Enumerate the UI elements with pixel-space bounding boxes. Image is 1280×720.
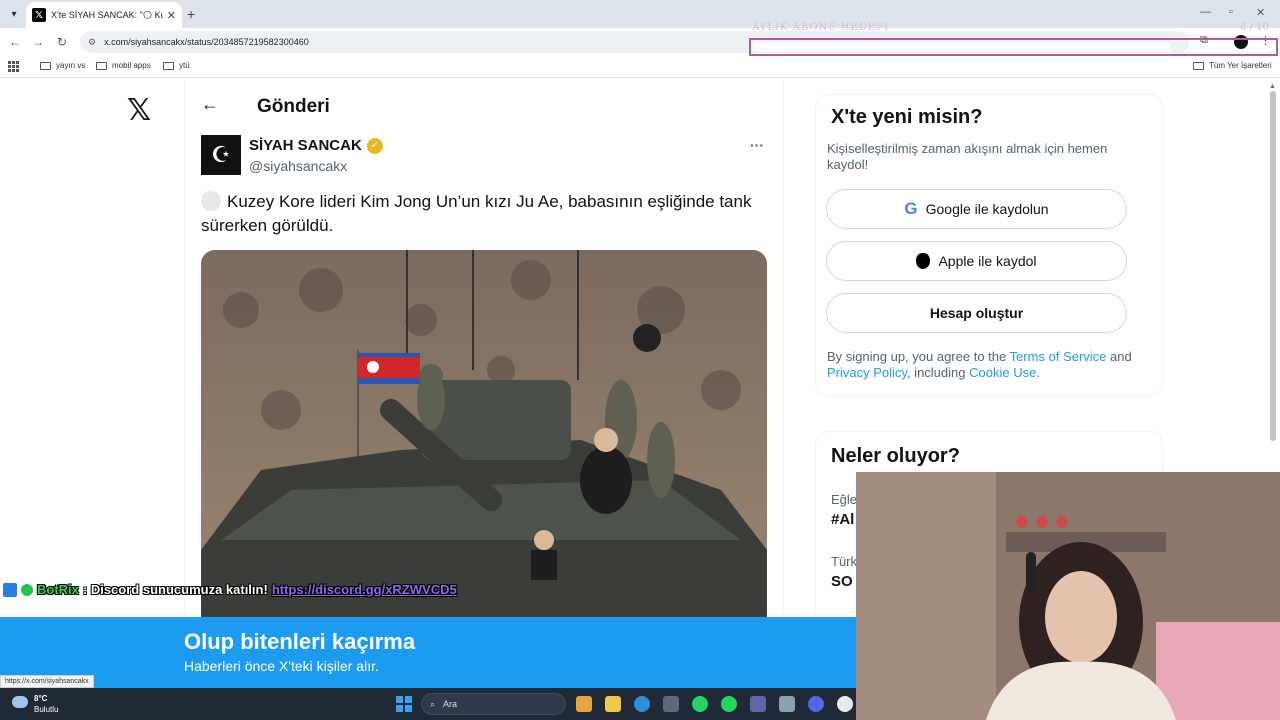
create-account-button[interactable]: Hesap oluştur — [826, 293, 1127, 333]
chat-text: : Discord sunucumuza katılın! — [82, 582, 268, 597]
google-signup-button[interactable]: G Google ile kaydolun — [826, 189, 1127, 229]
chat-link: https://discord.gg/xRZWVCD5 — [271, 582, 457, 597]
page-title: Gönderi — [257, 96, 330, 117]
site-info-icon[interactable]: ⚙ — [88, 37, 96, 48]
start-icon[interactable] — [396, 696, 412, 712]
avatar[interactable]: ☪ — [201, 135, 241, 175]
privacy-link[interactable]: Privacy Policy — [827, 365, 907, 380]
apps-icon[interactable] — [8, 61, 19, 72]
bot-badge-icon — [3, 582, 17, 597]
all-bookmarks[interactable]: Tüm Yer İşaretleri — [1193, 61, 1272, 70]
trend-item[interactable]: #Al — [831, 511, 854, 528]
minimize-icon[interactable]: — — [1200, 6, 1211, 18]
divider — [184, 79, 185, 617]
weather-temp[interactable]: 8°C — [34, 694, 47, 703]
sub-goal-count: 8 / 10 — [1240, 22, 1269, 33]
apple-icon — [916, 253, 931, 269]
cloud-icon[interactable] — [12, 696, 28, 708]
banner-title: Olup bitenleri kaçırma — [184, 629, 416, 654]
close-icon[interactable]: ✕ — [167, 9, 176, 22]
back-icon[interactable]: ← — [6, 33, 24, 51]
apple-signup-button[interactable]: Apple ile kaydol — [826, 241, 1127, 281]
window-close-icon[interactable]: ✕ — [1256, 6, 1265, 19]
sub-goal-label: AYLIK ABONE HEDEFİ — [752, 22, 890, 33]
webcam-feed — [856, 472, 1280, 720]
trends-title: Neler oluyor? — [831, 445, 960, 467]
forward-icon[interactable]: → — [29, 33, 47, 51]
trend-item[interactable]: SO — [831, 573, 853, 590]
folder-icon — [40, 61, 51, 70]
weather-desc[interactable]: Bulutlu — [34, 705, 58, 714]
folder-icon — [163, 61, 174, 70]
search-icon: ⌕ — [430, 698, 436, 709]
scroll-up-icon[interactable]: ▲ — [1269, 83, 1276, 90]
tab-title: X'te SİYAH SANCAK: "🌕 Kuzey — [51, 9, 163, 20]
address-text: x.com/siyahsancakx/status/20348572195823… — [104, 37, 309, 47]
bookmark-folder[interactable]: mobil apps — [96, 61, 151, 70]
chrome-icon[interactable] — [837, 696, 853, 712]
banner-subtitle: Haberleri önce X'teki kişiler alır. — [184, 658, 379, 674]
bookmark-folder[interactable]: yayın vs — [40, 61, 85, 70]
browser-tab[interactable]: 𝕏 X'te SİYAH SANCAK: "🌕 Kuzey ✕ — [26, 2, 182, 28]
author-handle[interactable]: @siyahsancakx — [249, 158, 347, 174]
verified-badge-icon: ✓ — [366, 137, 383, 154]
folder-icon — [96, 61, 107, 70]
whatsapp-icon[interactable] — [692, 696, 708, 712]
edge-icon[interactable] — [634, 696, 650, 712]
status-url: https://x.com/siyahsancakx — [0, 675, 94, 688]
divider — [783, 79, 784, 617]
cookie-link[interactable]: Cookie Use — [969, 365, 1036, 380]
back-arrow-icon[interactable]: ← — [201, 94, 219, 115]
reload-icon[interactable]: ↻ — [53, 33, 71, 51]
streamer-webcam — [856, 472, 1280, 720]
restore-icon[interactable]: ▫ — [1229, 6, 1233, 18]
tab-search-icon[interactable]: ▾ — [4, 4, 24, 24]
more-options-icon[interactable]: ··· — [750, 137, 764, 153]
spotify-icon[interactable] — [721, 696, 737, 712]
file-explorer-icon[interactable] — [605, 696, 621, 712]
x-favicon-icon: 𝕏 — [32, 8, 46, 22]
tab-strip: ▾ 𝕏 X'te SİYAH SANCAK: "🌕 Kuzey ✕ + — ▫ … — [0, 0, 1280, 28]
terms-link[interactable]: Terms of Service — [1010, 349, 1107, 364]
x-logo-icon[interactable]: 𝕏 — [127, 93, 151, 128]
new-tab-icon[interactable]: + — [187, 6, 195, 22]
post-text: Kuzey Kore lideri Kim Jong Un’un kızı Ju… — [201, 191, 752, 235]
sub-goal-bar — [749, 38, 1278, 56]
emoji-icon — [201, 191, 221, 211]
app-icon[interactable] — [779, 696, 795, 712]
bookmark-folder[interactable]: ytü — [163, 61, 190, 70]
sub-goal-fill — [753, 42, 1170, 52]
trend-category: Türk — [831, 554, 857, 569]
login-banner: Olup bitenleri kaçırma Haberleri önce X'… — [0, 617, 856, 688]
folder-icon — [1193, 61, 1204, 70]
discord-icon[interactable] — [808, 696, 824, 712]
chat-username: BotRix — [37, 582, 79, 597]
verified-badge-icon — [21, 583, 33, 596]
taskbar-search[interactable]: ⌕ Ara — [421, 693, 566, 715]
chat-message: BotRix : Discord sunucumuza katılın! htt… — [3, 582, 457, 597]
post-image[interactable] — [201, 250, 767, 630]
trend-category: Eğle — [831, 492, 858, 507]
bookmarks-bar: yayın vs mobil apps ytü Tüm Yer İşaretle… — [0, 56, 1280, 78]
store-icon[interactable] — [663, 696, 679, 712]
google-icon: G — [904, 199, 918, 218]
author-name[interactable]: SİYAH SANCAK ✓ — [249, 137, 383, 154]
tank-photo — [201, 250, 767, 630]
signup-subtitle: Kişiselleştirilmiş zaman akışını almak i… — [827, 141, 1108, 172]
signup-legal: By signing up, you agree to the Terms of… — [827, 349, 1132, 380]
signup-title: X'te yeni misin? — [831, 106, 983, 128]
copilot-icon[interactable] — [576, 696, 592, 712]
teams-icon[interactable] — [750, 696, 766, 712]
scrollbar[interactable] — [1270, 91, 1276, 441]
